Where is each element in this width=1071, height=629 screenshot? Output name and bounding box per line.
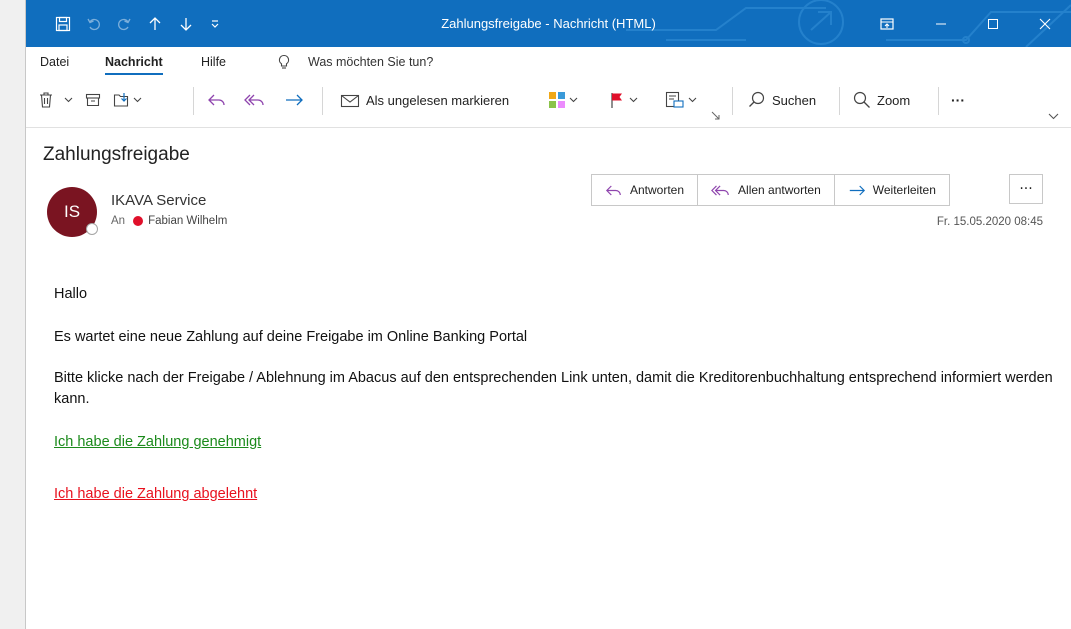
minimize-button[interactable]: [918, 0, 964, 47]
rejected-link[interactable]: Ich habe die Zahlung abgelehnt: [54, 486, 257, 502]
forward-icon: [286, 94, 303, 106]
message-subject: Zahlungsfreigabe: [43, 144, 190, 165]
ribbon-separator: [938, 87, 939, 115]
sender-name[interactable]: IKAVA Service: [111, 192, 206, 209]
search-button[interactable]: Suchen: [748, 85, 816, 115]
search-label: Suchen: [772, 92, 817, 108]
body-paragraph: Es wartet eine neue Zahlung auf deine Fr…: [54, 329, 528, 345]
ribbon-toolbar: Als ungelesen markieren Suchen Zoom ···: [26, 77, 1071, 128]
tab-datei[interactable]: Datei: [40, 47, 69, 77]
message-actions: Antworten Allen antworten Weiterleiten: [591, 174, 950, 206]
ribbon-separator: [732, 87, 733, 115]
move-button[interactable]: [113, 85, 142, 115]
reply-button[interactable]: [207, 85, 227, 115]
body-greeting: Hallo: [54, 286, 88, 302]
recipient-line: An Fabian Wilhelm: [111, 215, 227, 227]
tags-dialog-launcher-icon[interactable]: [711, 109, 720, 121]
body-paragraph: Bitte klicke nach der Freigabe / Ablehnu…: [54, 370, 1053, 407]
delete-button[interactable]: [38, 85, 54, 115]
recipient-presence-icon: [133, 216, 144, 226]
window-title: Zahlungsfreigabe - Nachricht (HTML): [441, 16, 656, 31]
reply-all-action-button[interactable]: Allen antworten: [697, 174, 835, 206]
approved-link[interactable]: Ich habe die Zahlung genehmigt: [54, 434, 261, 450]
reply-icon: [208, 94, 225, 106]
delete-dropdown-icon[interactable]: [64, 85, 73, 115]
reply-label: Antworten: [630, 183, 685, 197]
forward-action-button[interactable]: Weiterleiten: [833, 174, 950, 206]
move-to-folder-icon: [113, 93, 129, 107]
follow-up-dropdown-icon: [629, 97, 638, 103]
envelope-icon: [340, 94, 360, 108]
rules-button[interactable]: [665, 85, 697, 115]
ribbon-separator: [322, 87, 323, 115]
presence-status-icon: [86, 223, 98, 235]
ribbon-separator: [839, 87, 840, 115]
recipient-name[interactable]: Fabian Wilhelm: [148, 215, 227, 227]
tell-me-placeholder: Was möchten Sie tun?: [308, 55, 434, 69]
reply-all-icon: [244, 94, 264, 106]
lightbulb-icon: [278, 54, 290, 69]
outlook-message-window: Zahlungsfreigabe - Nachricht (HTML) Date…: [26, 0, 1071, 629]
categorize-dropdown-icon: [569, 97, 578, 103]
forward-icon: [849, 185, 865, 195]
title-bar: Zahlungsfreigabe - Nachricht (HTML): [26, 0, 1071, 47]
trash-icon: [40, 92, 52, 108]
categorize-button[interactable]: [548, 85, 578, 115]
maximize-button[interactable]: [970, 0, 1016, 47]
message-date: Fr. 15.05.2020 08:45: [936, 216, 1043, 228]
forward-label: Weiterleiten: [872, 183, 936, 197]
zoom-icon: [853, 91, 870, 108]
menu-bar: Datei Nachricht Hilfe Was möchten Sie tu…: [26, 47, 1071, 77]
move-dropdown-icon: [133, 97, 142, 103]
zoom-label: Zoom: [877, 92, 911, 108]
categorize-icon: [549, 92, 565, 108]
close-button[interactable]: [1022, 0, 1068, 47]
reply-action-button[interactable]: Antworten: [591, 174, 699, 206]
archive-icon: [85, 93, 101, 107]
ribbon-display-options-icon[interactable]: [864, 0, 910, 47]
reply-icon: [605, 185, 621, 195]
message-body: Hallo Es wartet eine neue Zahlung auf de…: [54, 284, 1054, 505]
reply-all-icon: [711, 185, 729, 195]
move-rules-icon: [665, 91, 684, 108]
ribbon-separator: [193, 87, 194, 115]
archive-button[interactable]: [85, 85, 101, 115]
more-actions-button[interactable]: ···: [1009, 174, 1043, 204]
mark-unread-label: Als ungelesen markieren: [366, 92, 510, 108]
search-icon: [749, 91, 765, 107]
tab-hilfe[interactable]: Hilfe: [201, 47, 226, 77]
forward-button[interactable]: [284, 85, 304, 115]
follow-up-button[interactable]: [609, 85, 638, 115]
reply-all-button[interactable]: [244, 85, 266, 115]
rules-dropdown-icon: [688, 97, 697, 103]
reply-all-label: Allen antworten: [738, 183, 821, 197]
zoom-button[interactable]: Zoom: [853, 85, 910, 115]
more-commands-button[interactable]: ···: [951, 85, 965, 115]
mark-unread-button[interactable]: Als ungelesen markieren: [340, 85, 509, 115]
tab-nachricht[interactable]: Nachricht: [105, 47, 163, 77]
tell-me-search[interactable]: Was möchten Sie tun?: [277, 47, 433, 77]
flag-icon: [611, 93, 622, 108]
expand-ribbon-icon[interactable]: [1048, 101, 1059, 131]
to-label: An: [111, 215, 126, 227]
